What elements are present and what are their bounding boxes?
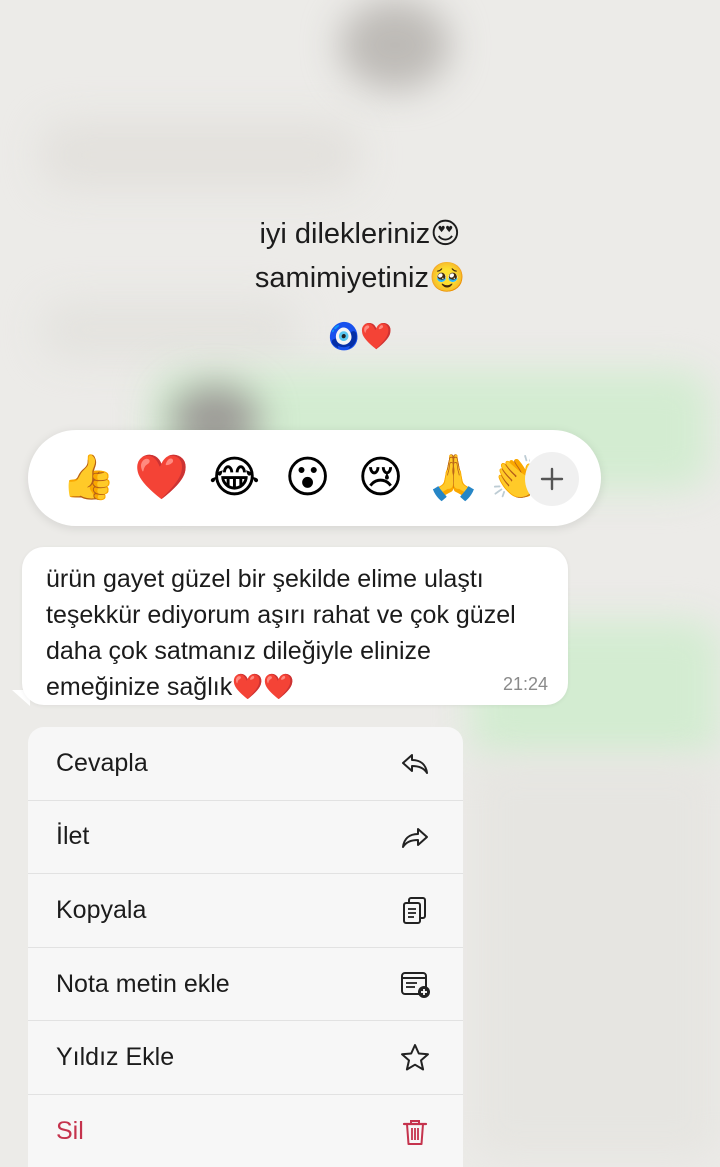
- message-bubble[interactable]: ürün gayet güzel bir şekilde elime ulaşt…: [22, 547, 568, 705]
- trash-icon: [399, 1116, 431, 1148]
- reaction-clapping-hands[interactable]: 👏: [490, 453, 530, 503]
- reaction-crying-face[interactable]: 😢: [344, 453, 417, 503]
- message-text: ürün gayet güzel bir şekilde elime ulaşt…: [46, 565, 516, 701]
- forward-icon: [399, 821, 431, 853]
- menu-item-forward[interactable]: İlet: [28, 801, 463, 875]
- caption-line-2: samimiyetiniz🥹: [254, 262, 466, 294]
- copy-icon: [399, 894, 431, 926]
- reaction-red-heart[interactable]: ❤️: [125, 453, 198, 503]
- menu-item-star[interactable]: Yıldız Ekle: [28, 1021, 463, 1095]
- add-note-icon: [399, 968, 431, 1000]
- reaction-bar: 👍 ❤️ 😂 😮 😢 🙏 👏: [28, 430, 601, 526]
- plus-icon: [540, 467, 564, 491]
- star-icon: [399, 1042, 431, 1074]
- menu-item-label: İlet: [56, 822, 90, 851]
- reaction-tears-of-joy[interactable]: 😂: [198, 453, 271, 503]
- story-caption: iyi dilekleriniz😍 samimiyetiniz🥹 🧿❤️: [0, 212, 720, 358]
- context-menu: Cevapla İlet Kopyala Nota metin ekle Yıl…: [28, 727, 463, 1167]
- menu-item-reply[interactable]: Cevapla: [28, 727, 463, 801]
- reply-icon: [399, 747, 431, 779]
- caption-emojis: 🧿❤️: [327, 321, 393, 351]
- reaction-open-mouth[interactable]: 😮: [271, 453, 344, 503]
- reaction-folded-hands[interactable]: 🙏: [417, 453, 490, 503]
- menu-item-add-note[interactable]: Nota metin ekle: [28, 948, 463, 1022]
- menu-item-label: Cevapla: [56, 748, 148, 777]
- menu-item-label: Sil: [56, 1117, 84, 1146]
- reaction-thumbs-up[interactable]: 👍: [52, 453, 125, 503]
- menu-item-label: Nota metin ekle: [56, 969, 230, 998]
- menu-item-label: Kopyala: [56, 895, 147, 924]
- message-timestamp: 21:24: [502, 674, 548, 694]
- menu-item-copy[interactable]: Kopyala: [28, 874, 463, 948]
- menu-item-delete[interactable]: Sil: [28, 1095, 463, 1167]
- more-reactions-button[interactable]: [525, 452, 579, 506]
- caption-line-1: iyi dilekleriniz😍: [259, 218, 461, 250]
- menu-item-label: Yıldız Ekle: [56, 1043, 175, 1072]
